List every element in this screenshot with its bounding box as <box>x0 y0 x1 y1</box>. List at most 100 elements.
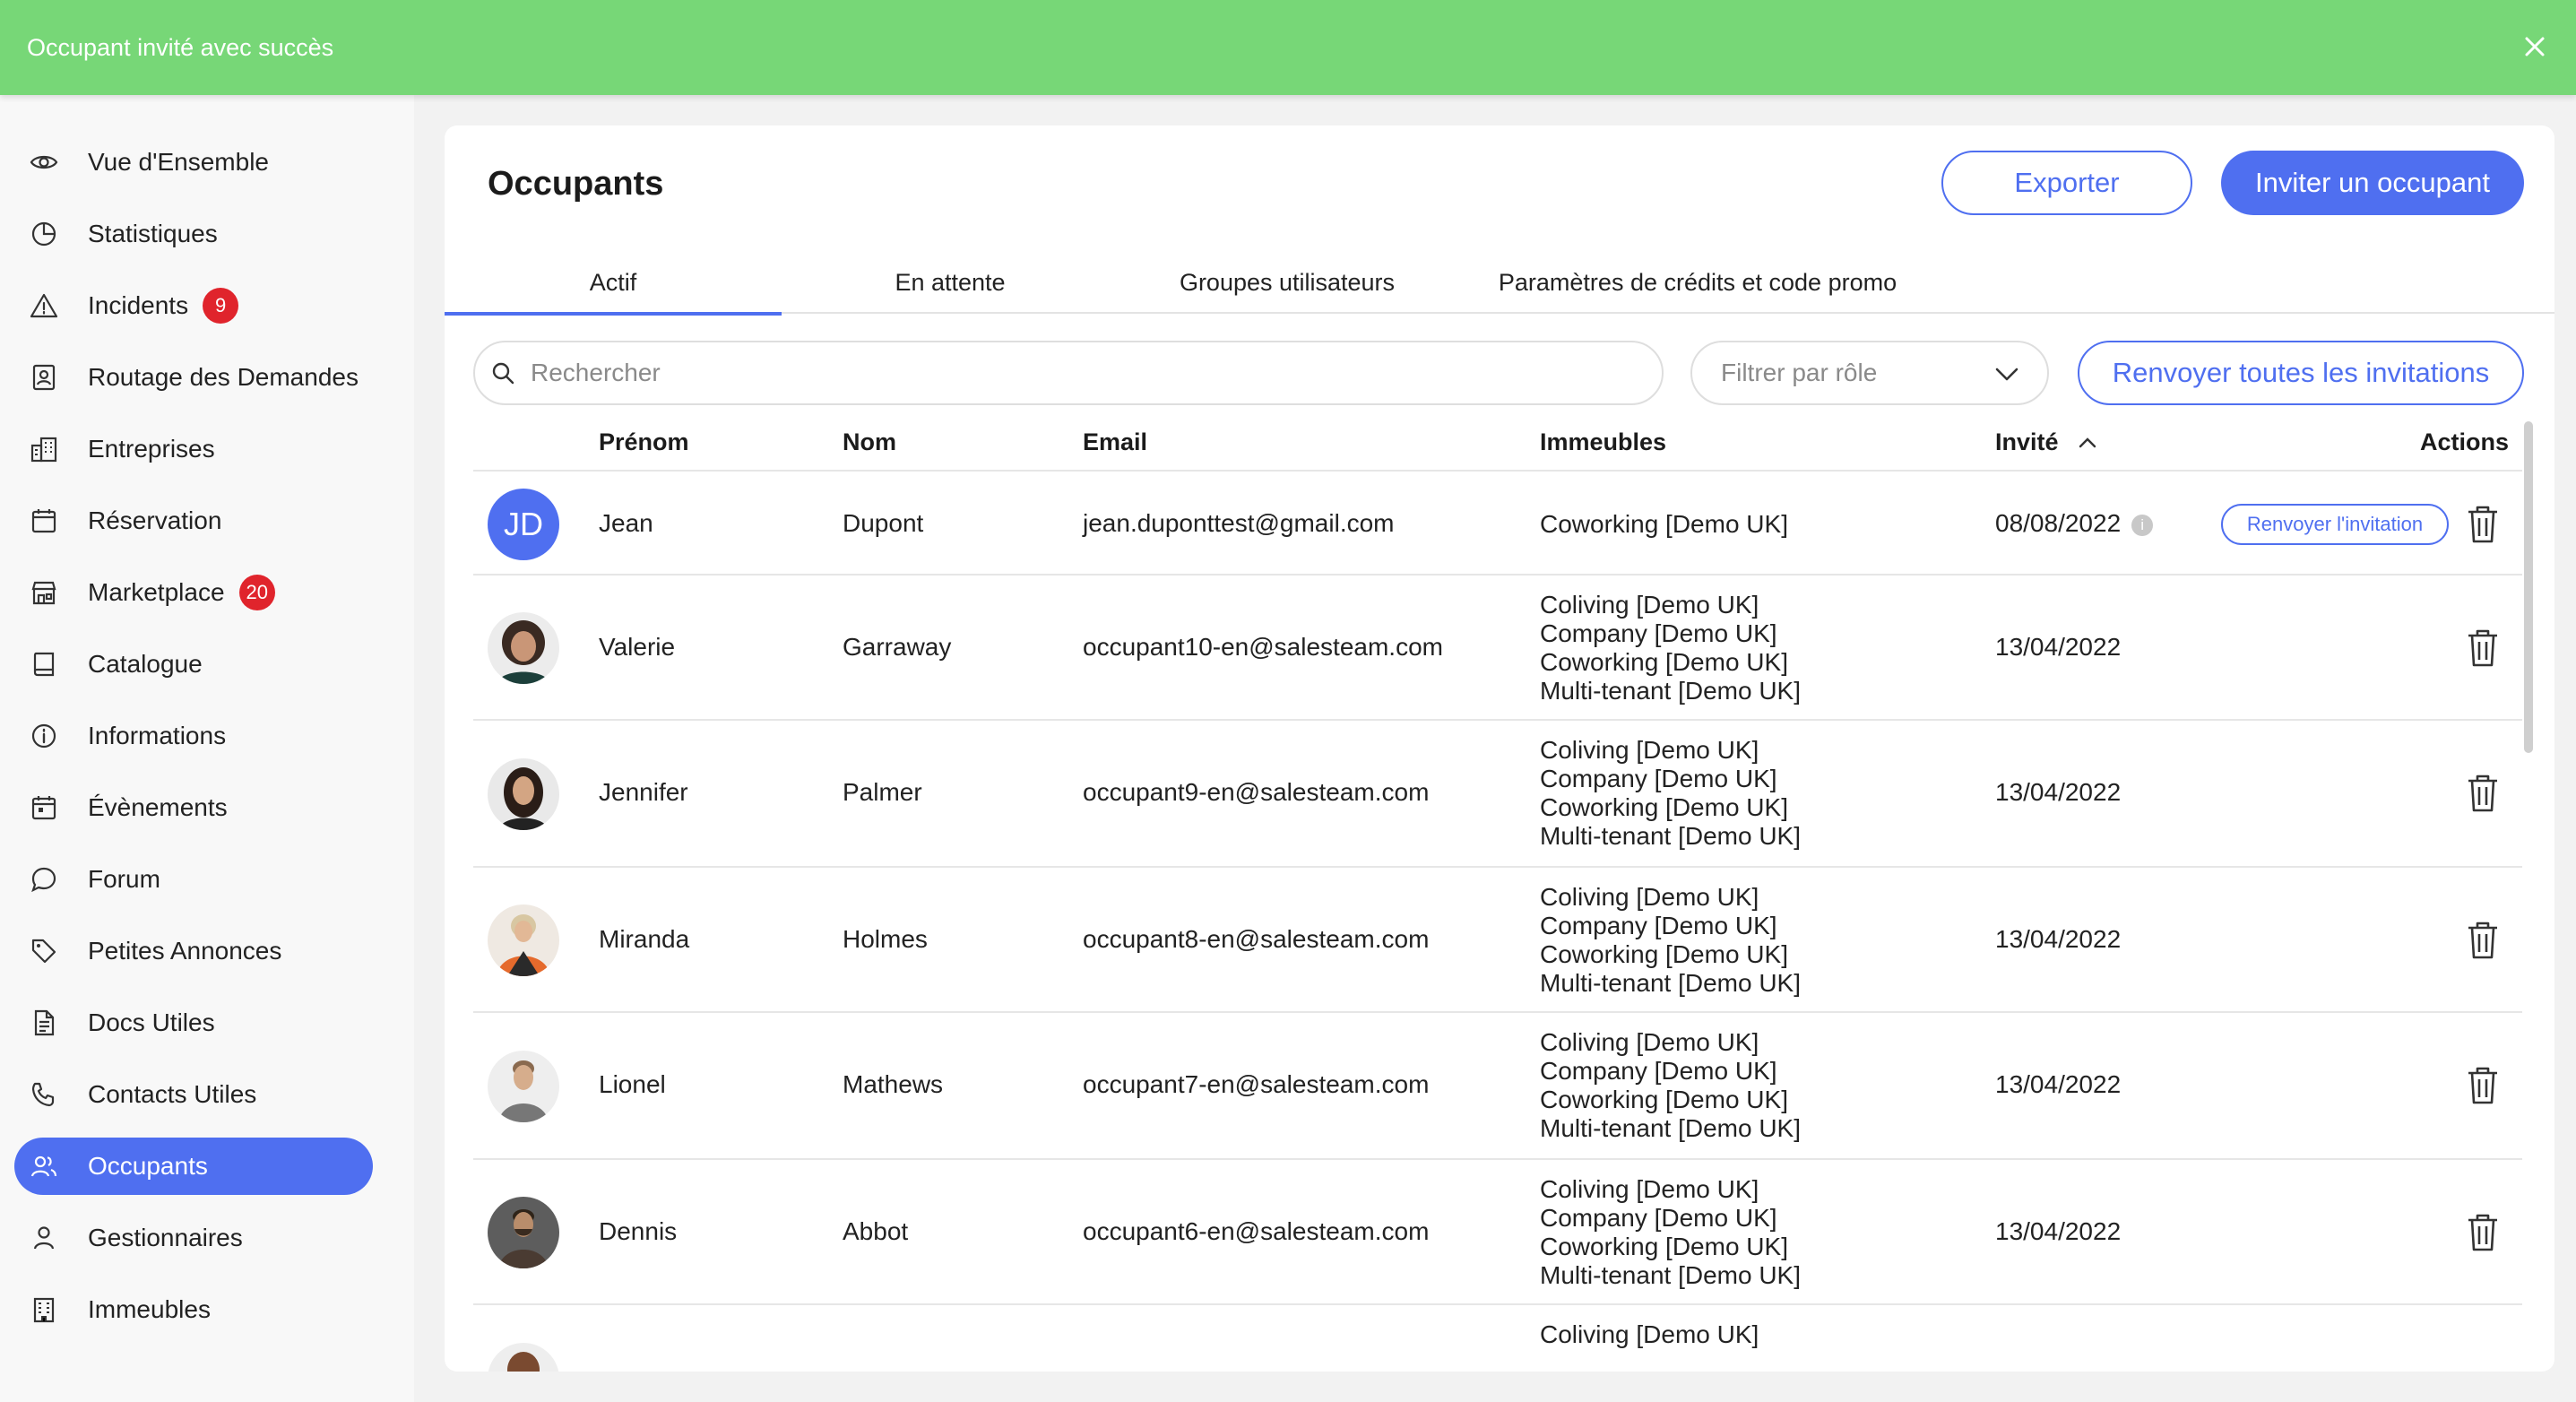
building-icon <box>29 1294 59 1325</box>
building-item: Company [Demo UK] <box>1540 619 1777 647</box>
book-icon <box>29 649 59 679</box>
sidebar-item-label: Gestionnaires <box>88 1224 243 1251</box>
trash-icon[interactable] <box>2465 627 2501 669</box>
last-name-cell: Mathews <box>843 1070 944 1098</box>
building-item: Multi-tenant [Demo UK] <box>1540 1261 1801 1289</box>
sidebar-item-statistiques[interactable]: Statistiques <box>14 205 373 263</box>
column-header-last-name[interactable]: Nom <box>843 428 896 456</box>
sort-ascending-icon[interactable] <box>2078 436 2097 450</box>
avatar <box>488 1197 559 1268</box>
building-item: Company [Demo UK] <box>1540 1204 1777 1232</box>
buildings-cell: Coliving [Demo UK] Company [Demo UK] Cow… <box>1540 736 1801 851</box>
sidebar-item-entreprises[interactable]: Entreprises <box>14 420 373 478</box>
sidebar-item-label: Routage des Demandes <box>88 363 359 391</box>
export-button[interactable]: Exporter <box>1941 151 2192 215</box>
main-card: Occupants Exporter Inviter un occupant A… <box>445 125 2554 1372</box>
sidebar-item-catalogue[interactable]: Catalogue <box>14 636 373 693</box>
role-filter-select[interactable]: Filtrer par rôle <box>1690 341 2049 405</box>
building-item: Coliving [Demo UK] <box>1540 591 1759 619</box>
search-box <box>473 341 1664 405</box>
close-icon[interactable] <box>2517 29 2553 65</box>
sidebar-item-forum[interactable]: Forum <box>14 851 373 908</box>
table-row[interactable]: Coliving [Demo UK] <box>473 1305 2522 1372</box>
email-cell: occupant10-en@salesteam.com <box>1083 633 1443 661</box>
sidebar-item-gestionnaires[interactable]: Gestionnaires <box>14 1209 373 1267</box>
trash-icon[interactable] <box>2465 504 2501 545</box>
last-name-cell: Holmes <box>843 925 928 953</box>
invited-date-cell: 13/04/2022 <box>1995 925 2122 953</box>
trash-icon[interactable] <box>2465 1065 2501 1106</box>
column-header-invited[interactable]: Invité <box>1995 428 2059 456</box>
search-icon <box>492 362 514 385</box>
event-calendar-icon <box>29 792 59 823</box>
sidebar-item-routage[interactable]: Routage des Demandes <box>14 349 373 406</box>
trash-icon[interactable] <box>2465 773 2501 814</box>
document-icon <box>29 1008 59 1038</box>
tab-groupes-utilisateurs[interactable]: Groupes utilisateurs <box>1119 251 1456 314</box>
email-cell: occupant8-en@salesteam.com <box>1083 925 1430 953</box>
building-item: Company [Demo UK] <box>1540 912 1777 939</box>
table-row[interactable]: Valerie Garraway occupant10-en@salesteam… <box>473 576 2522 721</box>
sidebar-item-vue-ensemble[interactable]: Vue d'Ensemble <box>14 134 373 191</box>
column-header-first-name[interactable]: Prénom <box>599 428 689 456</box>
toast-message: Occupant invité avec succès <box>27 33 334 61</box>
table-row[interactable]: JD Jean Dupont jean.duponttest@gmail.com… <box>473 473 2522 576</box>
sidebar-item-incidents[interactable]: Incidents 9 <box>14 277 373 334</box>
trash-icon[interactable] <box>2465 920 2501 961</box>
user-icon <box>29 1223 59 1253</box>
table-header: Prénom Nom Email Immeubles Invité Action… <box>473 421 2522 472</box>
sidebar-item-occupants[interactable]: Occupants <box>14 1138 373 1195</box>
invited-date-cell: 13/04/2022 <box>1995 1070 2122 1098</box>
building-item: Multi-tenant [Demo UK] <box>1540 822 1801 850</box>
last-name-cell: Palmer <box>843 778 922 806</box>
sidebar-item-label: Petites Annonces <box>88 937 282 965</box>
building-item: Coworking [Demo UK] <box>1540 648 1788 676</box>
last-name-cell: Abbot <box>843 1217 909 1245</box>
resend-all-invitations-button[interactable]: Renvoyer toutes les invitations <box>2078 341 2524 405</box>
chat-bubble-icon <box>29 864 59 895</box>
column-header-buildings[interactable]: Immeubles <box>1540 428 1666 456</box>
sidebar-item-evenements[interactable]: Évènements <box>14 779 373 836</box>
invite-occupant-button[interactable]: Inviter un occupant <box>2221 151 2524 215</box>
first-name-cell: Valerie <box>599 633 676 661</box>
table-row[interactable]: Lionel Mathews occupant7-en@salesteam.co… <box>473 1013 2522 1160</box>
avatar <box>488 612 559 684</box>
first-name-cell: Dennis <box>599 1217 678 1245</box>
sidebar-item-label: Docs Utiles <box>88 1008 215 1036</box>
table-row[interactable]: Jennifer Palmer occupant9-en@salesteam.c… <box>473 721 2522 868</box>
sidebar-item-label: Forum <box>88 865 160 893</box>
buildings-cell: Coliving [Demo UK] Company [Demo UK] Cow… <box>1540 1175 1801 1290</box>
sidebar-item-docs-utiles[interactable]: Docs Utiles <box>14 994 373 1052</box>
success-toast: Occupant invité avec succès <box>0 0 2576 95</box>
chevron-down-icon <box>1995 368 2018 381</box>
table-row[interactable]: Dennis Abbot occupant6-en@salesteam.com … <box>473 1160 2522 1305</box>
search-input[interactable] <box>531 359 1606 387</box>
sidebar-item-immeubles[interactable]: Immeubles <box>14 1281 373 1338</box>
first-name-cell: Miranda <box>599 925 690 953</box>
sidebar-item-petites-annonces[interactable]: Petites Annonces <box>14 922 373 980</box>
table-row[interactable]: Miranda Holmes occupant8-en@salesteam.co… <box>473 868 2522 1013</box>
column-header-email[interactable]: Email <box>1083 428 1147 456</box>
info-icon[interactable]: i <box>2131 514 2154 536</box>
sidebar-item-informations[interactable]: Informations <box>14 707 373 765</box>
sidebar-item-label: Vue d'Ensemble <box>88 148 269 176</box>
tab-parametres-credits[interactable]: Paramètres de crédits et code promo <box>1456 251 1940 314</box>
tab-actif[interactable]: Actif <box>445 251 782 316</box>
page-title: Occupants <box>488 165 664 203</box>
scrollbar-thumb[interactable] <box>2524 421 2533 753</box>
buildings-cell: Coworking [Demo UK] <box>1540 510 1788 539</box>
resend-invitation-button[interactable]: Renvoyer l'invitation <box>2221 504 2449 545</box>
trash-icon[interactable] <box>2465 1212 2501 1253</box>
building-item: Coliving [Demo UK] <box>1540 1320 1759 1348</box>
sidebar: Vue d'Ensemble Statistiques Incidents 9 … <box>0 95 414 1402</box>
column-header-actions: Actions <box>2420 428 2510 455</box>
sidebar-item-label: Immeubles <box>88 1295 211 1323</box>
invited-date-cell: 13/04/2022 <box>1995 1217 2122 1245</box>
sidebar-item-marketplace[interactable]: Marketplace 20 <box>14 564 373 621</box>
sidebar-item-reservation[interactable]: Réservation <box>14 492 373 550</box>
contact-card-icon <box>29 362 59 393</box>
sidebar-item-contacts-utiles[interactable]: Contacts Utiles <box>14 1066 373 1123</box>
avatar: JD <box>488 489 559 560</box>
tab-en-attente[interactable]: En attente <box>782 251 1119 314</box>
building-item: Company [Demo UK] <box>1540 1057 1777 1085</box>
